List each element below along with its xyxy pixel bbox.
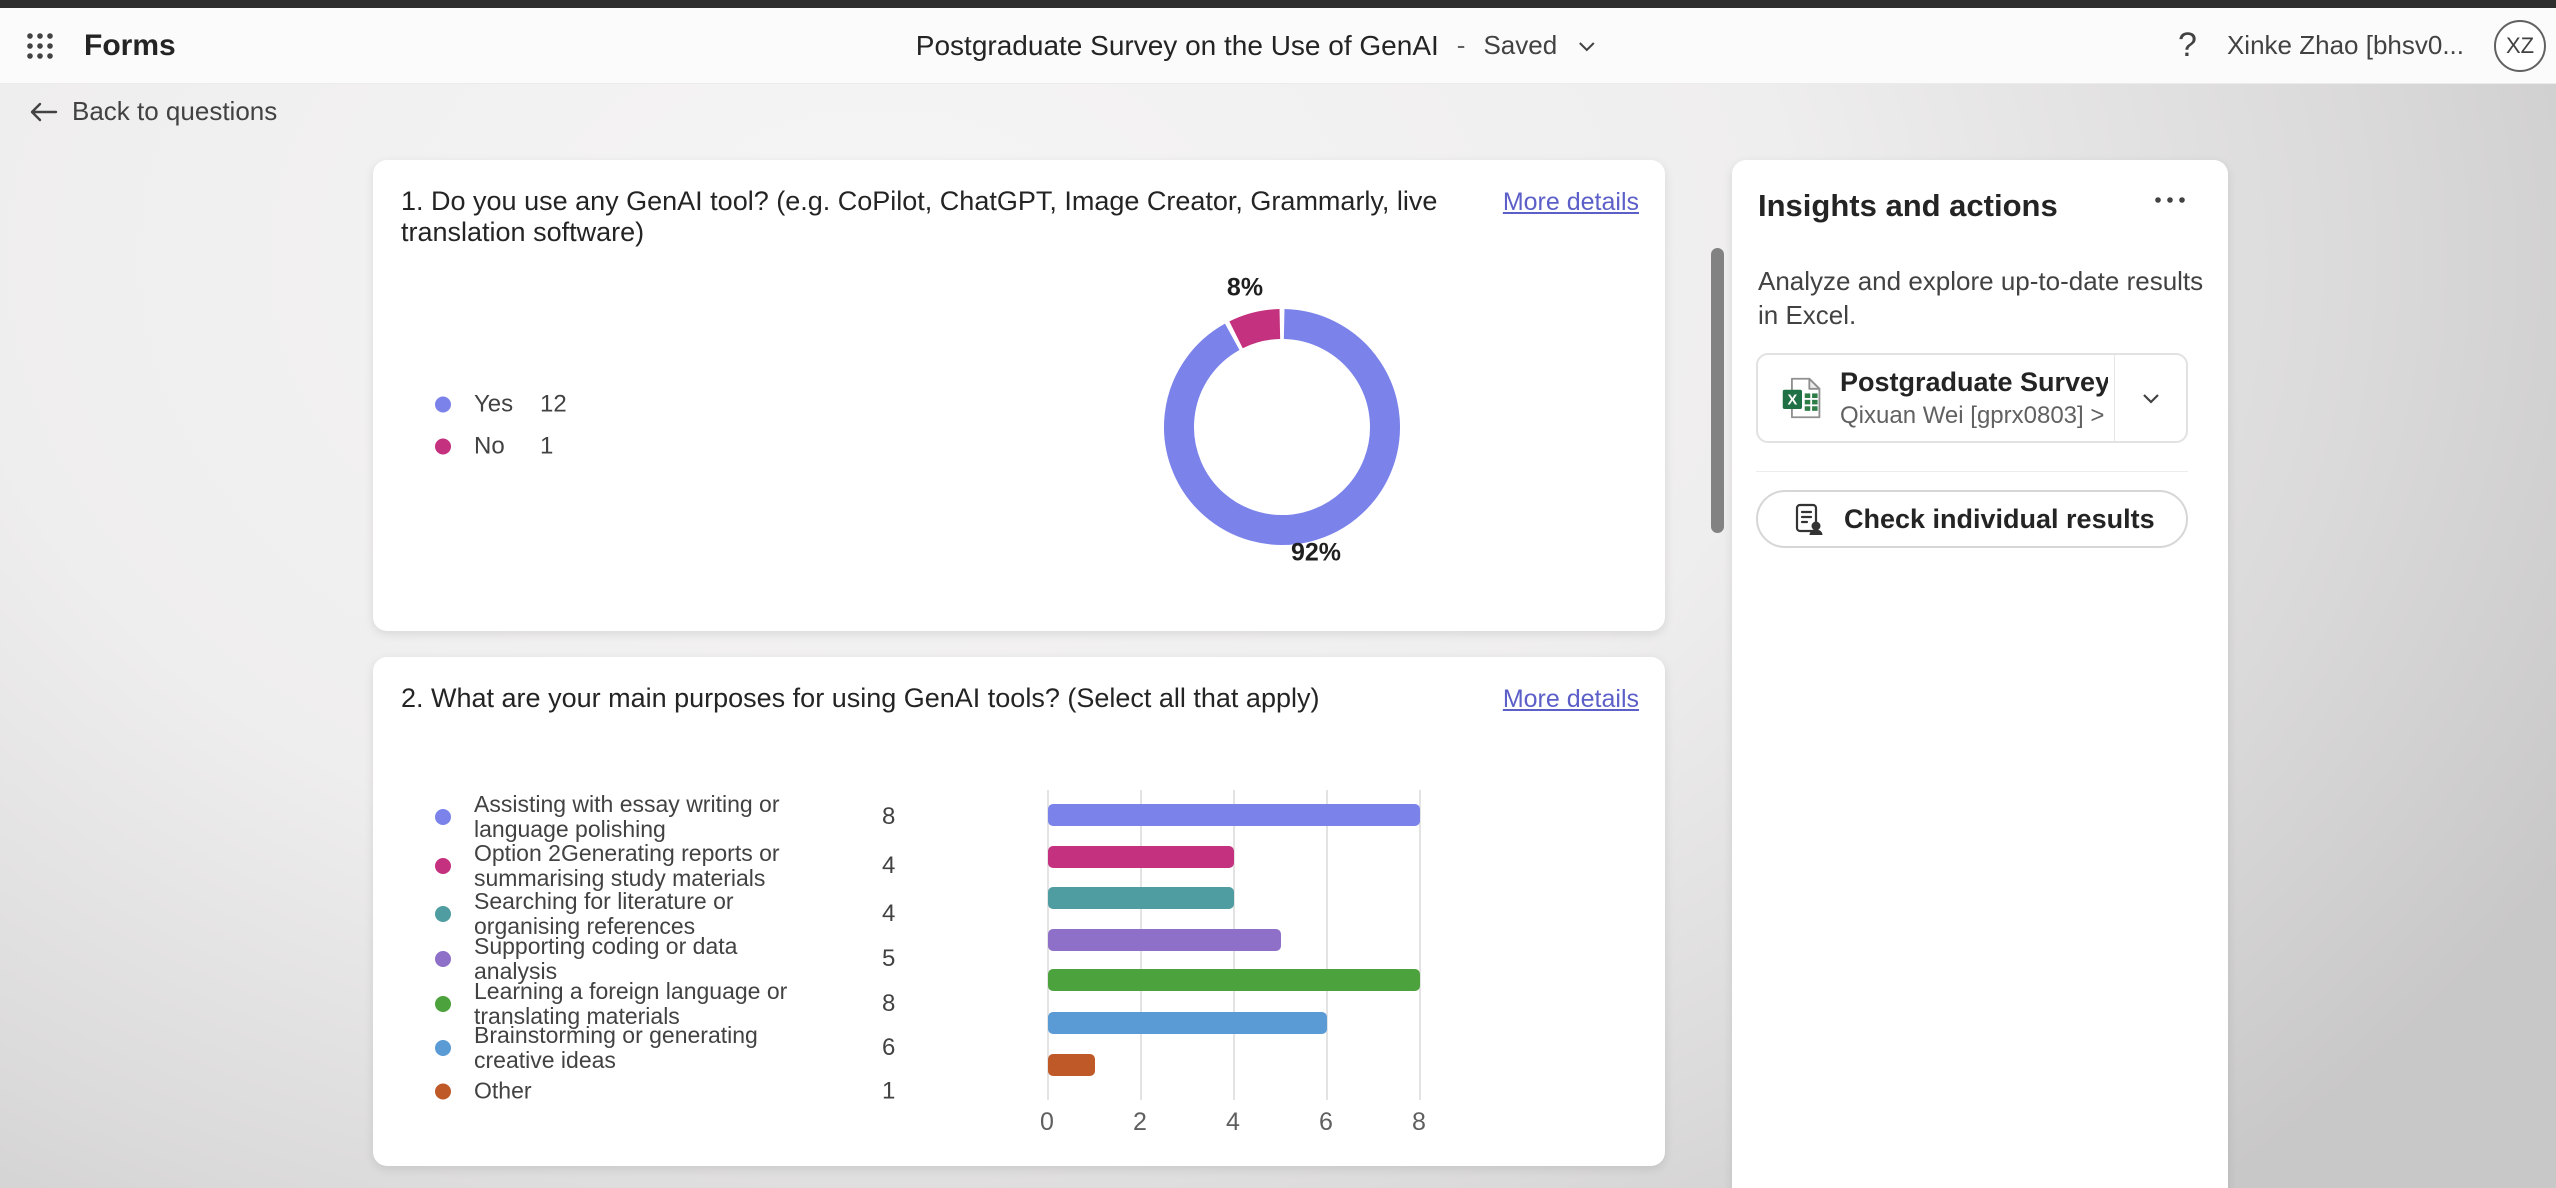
save-status: Saved	[1483, 30, 1557, 61]
insights-section-divider	[1756, 471, 2188, 472]
chevron-down-icon[interactable]	[1575, 34, 1599, 58]
ellipsis-icon	[2150, 194, 2190, 206]
legend-item: Yes12	[435, 392, 564, 417]
insights-panel-title: Insights and actions	[1758, 188, 2058, 224]
donut-segment-no	[1236, 324, 1280, 335]
legend-value: 5	[882, 945, 895, 973]
chevron-down-icon	[2137, 384, 2165, 412]
insights-description: Analyze and explore up-to-date results i…	[1758, 264, 2216, 332]
legend-value: 8	[882, 990, 895, 1018]
legend-item: Assisting with essay writing or language…	[435, 792, 824, 842]
legend-dot	[435, 396, 451, 412]
vertical-scrollbar-thumb[interactable]	[1711, 248, 1724, 533]
legend-label: Searching for literature or organising r…	[474, 889, 824, 939]
gridline	[1326, 790, 1328, 1100]
legend-dot	[435, 996, 451, 1012]
legend-value: 6	[882, 1034, 895, 1062]
excel-icon: X	[1780, 376, 1824, 420]
legend-value: 12	[540, 390, 567, 418]
legend-value: 1	[882, 1077, 895, 1105]
question-2-title: 2. What are your main purposes for using…	[401, 683, 1319, 714]
legend-label: Assisting with essay writing or language…	[474, 792, 824, 842]
legend-item: Option 2Generating reports or summarisin…	[435, 841, 824, 891]
document-title-group: Postgraduate Survey on the Use of GenAI …	[916, 30, 1599, 62]
legend-dot	[435, 438, 451, 454]
legend-dot	[435, 1040, 451, 1056]
header-right-group: ? Xinke Zhao [bhsv0... XZ	[2178, 20, 2546, 72]
back-to-questions-link[interactable]: Back to questions	[28, 96, 277, 127]
legend-dot	[435, 906, 451, 922]
bar-7	[1048, 1054, 1095, 1076]
question-2-card: 2. What are your main purposes for using…	[373, 657, 1665, 1166]
bar-3	[1048, 887, 1234, 909]
document-title: Postgraduate Survey on the Use of GenAI	[916, 30, 1439, 62]
legend-value: 1	[540, 432, 553, 460]
app-launcher-waffle-icon[interactable]	[18, 24, 62, 68]
donut-chart-svg	[1122, 267, 1442, 587]
donut-percent-label-yes: 92%	[1291, 539, 1341, 568]
insights-and-actions-panel: Insights and actions Analyze and explore…	[1732, 160, 2228, 1188]
bar-6	[1048, 1012, 1327, 1034]
forms-results-page: Forms Postgraduate Survey on the Use of …	[0, 0, 2556, 1188]
excel-file-breadcrumb: Qixuan Wei [gprx0803] > Document	[1840, 402, 2108, 430]
individual-results-icon	[1792, 502, 1824, 536]
app-header: Forms Postgraduate Survey on the Use of …	[0, 8, 2556, 84]
more-options-icon[interactable]	[2150, 194, 2190, 209]
donut-chart	[1122, 267, 1442, 587]
legend-label: Other	[474, 1079, 824, 1104]
legend-label: Supporting coding or data analysis	[474, 934, 824, 984]
bar-chart-plot-area: 02468	[1047, 790, 1477, 1100]
bar-1	[1048, 804, 1420, 826]
legend-value: 8	[882, 803, 895, 831]
legend-label: Option 2Generating reports or summarisin…	[474, 841, 824, 891]
bar-5	[1048, 969, 1420, 991]
legend-dot	[435, 809, 451, 825]
file-card-expand-button[interactable]	[2115, 384, 2186, 412]
waffle-icon	[25, 31, 55, 61]
excel-file-card[interactable]: X Postgraduate Survey on th... Qixuan We…	[1756, 353, 2188, 443]
window-top-strip	[0, 0, 2556, 8]
check-individual-results-label: Check individual results	[1844, 504, 2155, 535]
back-arrow-icon	[28, 99, 58, 125]
legend-item: Brainstorming or generating creative ide…	[435, 1023, 824, 1073]
gridline	[1419, 790, 1421, 1100]
donut-percent-label-no: 8%	[1227, 274, 1263, 303]
legend-item: Other1	[435, 1079, 824, 1104]
avatar[interactable]: XZ	[2494, 20, 2546, 72]
legend-value: 4	[882, 852, 895, 880]
legend-item: Searching for literature or organising r…	[435, 889, 824, 939]
x-axis-tick-label: 8	[1389, 1108, 1449, 1137]
excel-file-meta: Postgraduate Survey on th... Qixuan Wei …	[1840, 367, 2108, 430]
x-axis-tick-label: 2	[1110, 1108, 1170, 1137]
x-axis-tick-label: 0	[1017, 1108, 1077, 1137]
question-2-more-details-link[interactable]: More details	[1503, 685, 1639, 714]
legend-label: Brainstorming or generating creative ide…	[474, 1023, 824, 1073]
bar-4	[1048, 929, 1281, 951]
x-axis-tick-label: 4	[1203, 1108, 1263, 1137]
legend-dot	[435, 951, 451, 967]
check-individual-results-button[interactable]: Check individual results	[1756, 490, 2188, 548]
legend-item: No1	[435, 434, 564, 459]
signed-in-user-name: Xinke Zhao [bhsv0...	[2227, 30, 2464, 61]
donut-segment-yes	[1179, 324, 1385, 530]
bar-2	[1048, 846, 1234, 868]
svg-text:X: X	[1787, 392, 1797, 408]
legend-value: 4	[882, 900, 895, 928]
legend-dot	[435, 1083, 451, 1099]
back-label: Back to questions	[72, 96, 277, 127]
excel-file-name: Postgraduate Survey on th...	[1840, 367, 2108, 398]
question-1-more-details-link[interactable]: More details	[1503, 188, 1639, 217]
title-separator: -	[1457, 30, 1466, 61]
help-icon[interactable]: ?	[2178, 26, 2197, 65]
question-1-title: 1. Do you use any GenAI tool? (e.g. CoPi…	[401, 186, 1481, 248]
legend-item: Supporting coding or data analysis5	[435, 934, 824, 984]
x-axis-tick-label: 6	[1296, 1108, 1356, 1137]
question-1-card: 1. Do you use any GenAI tool? (e.g. CoPi…	[373, 160, 1665, 631]
legend-dot	[435, 858, 451, 874]
app-name: Forms	[84, 29, 176, 63]
